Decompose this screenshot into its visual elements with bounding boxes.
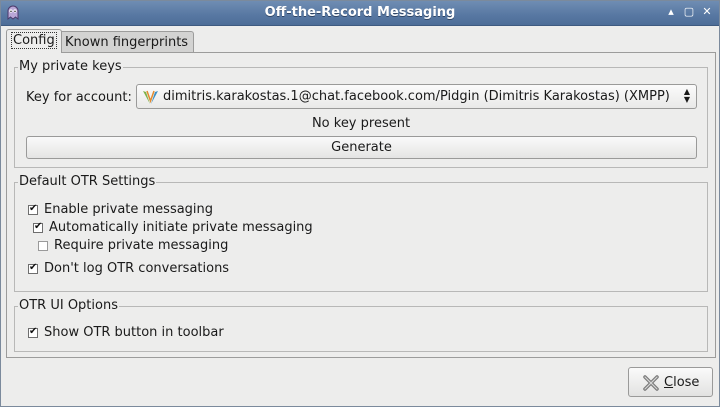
- require-private-messaging-checkbox[interactable]: Require private messaging: [38, 238, 228, 253]
- checkbox-checked-icon[interactable]: [28, 203, 38, 215]
- config-tab-panel: My private keys Key for account: dimitri…: [6, 52, 716, 358]
- title-bar[interactable]: Off-the-Record Messaging ▴ ▢ ✕: [1, 1, 719, 26]
- window-title: Off-the-Record Messaging: [264, 5, 456, 20]
- show-otr-button-label: Show OTR button in toolbar: [44, 325, 224, 340]
- close-button[interactable]: Close: [628, 367, 713, 397]
- checkbox-unchecked-icon[interactable]: [38, 240, 48, 251]
- show-otr-button-checkbox[interactable]: Show OTR button in toolbar: [28, 325, 224, 340]
- close-x-icon: [643, 375, 659, 391]
- key-status-text: No key present: [311, 116, 411, 131]
- checkbox-checked-icon[interactable]: [28, 326, 38, 338]
- otr-ui-options-frame: OTR UI Options Show OTR button in toolba…: [14, 298, 708, 352]
- checkbox-checked-icon[interactable]: [33, 221, 43, 233]
- auto-initiate-checkbox[interactable]: Automatically initiate private messaging: [33, 220, 313, 235]
- enable-private-messaging-checkbox[interactable]: Enable private messaging: [28, 202, 213, 217]
- require-private-messaging-label: Require private messaging: [54, 238, 229, 253]
- close-button-label: Close: [664, 375, 700, 390]
- account-label: Key for account:: [26, 90, 132, 105]
- private-keys-frame: My private keys Key for account: dimitri…: [14, 59, 708, 168]
- otr-ui-options-title: OTR UI Options: [18, 298, 119, 313]
- dont-log-otr-checkbox[interactable]: Don't log OTR conversations: [28, 261, 229, 276]
- default-otr-settings-title: Default OTR Settings: [18, 174, 157, 189]
- window-shade-icon[interactable]: ▴: [664, 5, 678, 19]
- enable-private-messaging-label: Enable private messaging: [44, 202, 214, 217]
- tab-config[interactable]: Config: [6, 29, 62, 53]
- auto-initiate-label: Automatically initiate private messaging: [49, 220, 313, 235]
- window-close-icon[interactable]: ✕: [700, 5, 714, 19]
- generate-button[interactable]: Generate: [26, 136, 697, 159]
- otr-window: Off-the-Record Messaging ▴ ▢ ✕ Config Kn…: [0, 0, 720, 407]
- combo-arrows-icon: ▲ ▼: [683, 87, 691, 104]
- tab-config-label: Config: [11, 32, 57, 49]
- tab-known-fingerprints[interactable]: Known fingerprints: [59, 31, 195, 53]
- default-otr-settings-frame: Default OTR Settings Enable private mess…: [14, 174, 708, 292]
- dont-log-otr-label: Don't log OTR conversations: [44, 261, 230, 276]
- tab-known-fingerprints-label: Known fingerprints: [65, 35, 189, 50]
- private-keys-frame-title: My private keys: [18, 59, 123, 74]
- account-select-value: dimitris.karakostas.1@chat.facebook.com/…: [163, 89, 670, 104]
- account-select[interactable]: dimitris.karakostas.1@chat.facebook.com/…: [136, 84, 697, 109]
- xmpp-protocol-icon: [143, 90, 158, 104]
- checkbox-checked-icon[interactable]: [28, 262, 38, 274]
- window-maximize-icon[interactable]: ▢: [682, 5, 696, 19]
